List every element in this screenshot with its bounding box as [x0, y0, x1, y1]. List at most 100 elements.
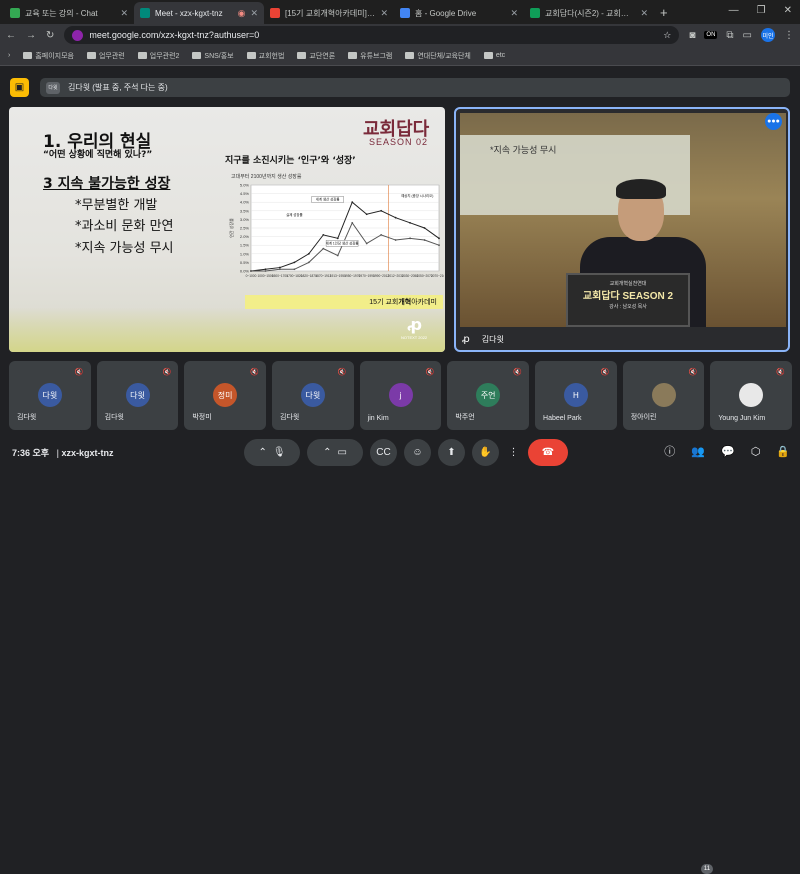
participant-name: 정아이린	[630, 414, 657, 421]
bookmark-folder[interactable]: etc	[483, 52, 506, 59]
profile-avatar[interactable]: 미인	[761, 28, 775, 42]
sidepanel-icon[interactable]: ▭	[743, 30, 752, 41]
close-window-icon[interactable]: ✕	[784, 5, 792, 16]
tab-drive[interactable]: 홈 - Google Drive ✕	[394, 2, 524, 24]
chart-point	[409, 237, 411, 240]
new-tab-button[interactable]: +	[660, 5, 668, 20]
tab-chat[interactable]: 교육 또는 강의 - Chat ✕	[4, 2, 134, 24]
presentation-icon[interactable]: ▣	[10, 78, 29, 97]
on-extension-icon[interactable]: ON	[704, 31, 718, 39]
people-icon[interactable]: 👥	[691, 445, 705, 458]
site-info-icon[interactable]	[72, 29, 84, 41]
participant-tile[interactable]: 🔇 정아이린	[622, 361, 705, 430]
mic-muted-icon: 🔇	[599, 366, 611, 377]
forward-icon[interactable]: →	[26, 30, 36, 41]
participant-tile[interactable]: 🔇 Young Jun Kim	[710, 361, 793, 430]
close-tab-icon[interactable]: ✕	[120, 8, 128, 19]
bookmark-label: 교단연론	[309, 52, 336, 60]
avatar: 다윗	[300, 383, 325, 407]
participant-tile[interactable]: 🔇 H Habeel Park	[535, 361, 617, 430]
more-options-button[interactable]: ⋮	[506, 439, 521, 466]
bookmark-label: SNS/홍보	[204, 52, 234, 60]
chart-ylabel: 연간 성장률	[229, 218, 234, 238]
mic-muted-icon: 🔇	[775, 366, 787, 377]
close-tab-icon[interactable]: ✕	[640, 8, 648, 19]
mic-muted-icon: 🔇	[73, 366, 85, 377]
leave-call-button[interactable]: ☎	[528, 439, 568, 466]
mic-muted-icon: 🔇	[249, 366, 261, 377]
bookmark-folder[interactable]: 교회헌법	[246, 51, 284, 61]
minimize-icon[interactable]: —	[729, 5, 739, 16]
chart-point	[336, 254, 339, 257]
presenter-label: 김다윗 (발표 중, 주석 다는 중)	[68, 83, 168, 92]
tab-sheets[interactable]: 교회답다(시즌2) - 교회다운 교 ✕	[524, 2, 654, 24]
close-tab-icon[interactable]: ✕	[510, 8, 518, 19]
participant-tile[interactable]: 🔇 다윗 김다윗	[96, 361, 179, 430]
slide-season: SEASON 02	[369, 137, 429, 147]
participant-tile[interactable]: 🔇 주언 박주언	[447, 361, 530, 430]
info-icon[interactable]: ⓘ	[664, 443, 675, 459]
chart-point	[336, 237, 339, 240]
tab-gmail[interactable]: [15기 교회개혁아카데미] '1.공 ✕	[264, 2, 394, 24]
participant-name: Young Jun Kim	[718, 415, 766, 422]
bookmark-folder[interactable]: SNS/홍보	[192, 51, 234, 61]
pin-icon[interactable]: ꝓ	[462, 334, 470, 345]
hangup-icon: ☎	[541, 447, 555, 458]
host-controls-icon[interactable]: 🔒	[776, 445, 790, 458]
close-tab-icon[interactable]: ✕	[380, 8, 388, 19]
bookmark-folder[interactable]: 연대단체/교육단체	[405, 51, 471, 61]
extensions-icon[interactable]: ⧉	[726, 30, 733, 41]
reload-icon[interactable]: ↻	[46, 30, 54, 41]
bookmark-star-icon[interactable]: ☆	[663, 30, 671, 41]
chart-ytick-label: 1.0%	[240, 251, 250, 256]
mic-muted-icon: 🔇	[512, 366, 524, 377]
present-screen-icon: ⬆	[447, 447, 456, 458]
participant-tile[interactable]: 🔇 다윗 김다윗	[9, 361, 91, 430]
tab-title: Meet - xzx-kgxt-tnz	[155, 8, 223, 18]
bookmark-label: 연대단체/교육단체	[417, 52, 471, 60]
participant-count-badge: 11	[701, 864, 713, 874]
bookmark-folder[interactable]: 업무관련	[86, 51, 125, 61]
chevron-up-icon[interactable]: ⌃	[323, 447, 331, 458]
slide-bullet: *무분별한 개발	[75, 198, 158, 213]
bookmark-folder[interactable]: 업무관련2	[137, 51, 179, 61]
chart-ytick-label: 0.0%	[240, 269, 250, 274]
bookmark-folder[interactable]: 교단연론	[297, 51, 335, 61]
chart-ytick-label: 1.5%	[240, 243, 250, 248]
video-camera-icon: ▭	[337, 447, 347, 458]
chart-point	[394, 216, 397, 219]
speaker-video-tile[interactable]: *지속 가능성 무시 교회개혁실천연대 교회답다 SEASON 2 강사 : 남…	[454, 107, 790, 352]
tab-meet[interactable]: Meet - xzx-kgxt-tnz ◉ ✕	[134, 2, 264, 24]
raise-hand-button[interactable]: ✋	[472, 439, 499, 466]
chat-icon[interactable]: 💬	[721, 445, 735, 458]
participant-tile[interactable]: 🔇 다윗 김다윗	[272, 361, 354, 430]
participant-tile[interactable]: 🔇 정미 박정미	[184, 361, 267, 430]
mic-muted-icon: 🔇	[687, 366, 699, 377]
participant-tile[interactable]: 🔇 j jin Kim	[359, 361, 442, 430]
reactions-button[interactable]: ☺	[404, 439, 431, 466]
footer-bold: 개혁	[398, 299, 412, 306]
back-icon[interactable]: ←	[6, 30, 16, 41]
maximize-icon[interactable]: ❐	[757, 5, 766, 16]
apps-icon[interactable]: ›	[8, 52, 10, 59]
present-button[interactable]: ⬆	[438, 439, 465, 466]
chart-ytick-label: 4.5%	[240, 191, 250, 196]
close-tab-icon[interactable]: ✕	[250, 8, 258, 19]
menu-icon[interactable]: ⋮	[784, 30, 794, 41]
chart-point	[380, 233, 383, 236]
activities-icon[interactable]: ⬡	[751, 445, 761, 458]
chevron-up-icon[interactable]: ⌃	[258, 447, 266, 458]
camera-extension-icon[interactable]: ◙	[689, 30, 695, 41]
bookmark-folder[interactable]: 유튜브그램	[348, 51, 392, 61]
camera-button[interactable]: ⌃ ▭	[307, 439, 363, 466]
bookmark-folder[interactable]: 홈페이지모음	[23, 51, 74, 61]
podium-sign: 교회개혁실천연대 교회답다 SEASON 2 강사 : 남오성 목사	[566, 273, 690, 327]
podium-line2: 교회답다 SEASON 2	[582, 291, 674, 302]
microphone-button[interactable]: ⌃ 🎙	[244, 439, 300, 466]
address-bar[interactable]: meet.google.com/xzx-kgxt-tnz?authuser=0 …	[64, 26, 680, 44]
footer-post: 아카데미	[411, 299, 437, 306]
captions-button[interactable]: CC	[370, 439, 397, 466]
bookmark-label: etc	[495, 52, 506, 59]
chart-title: 지구를 소진시키는 ‘인구’와 ‘성장’	[225, 156, 356, 166]
browser-tab-strip: 교육 또는 강의 - Chat ✕ Meet - xzx-kgxt-tnz ◉ …	[0, 0, 800, 24]
